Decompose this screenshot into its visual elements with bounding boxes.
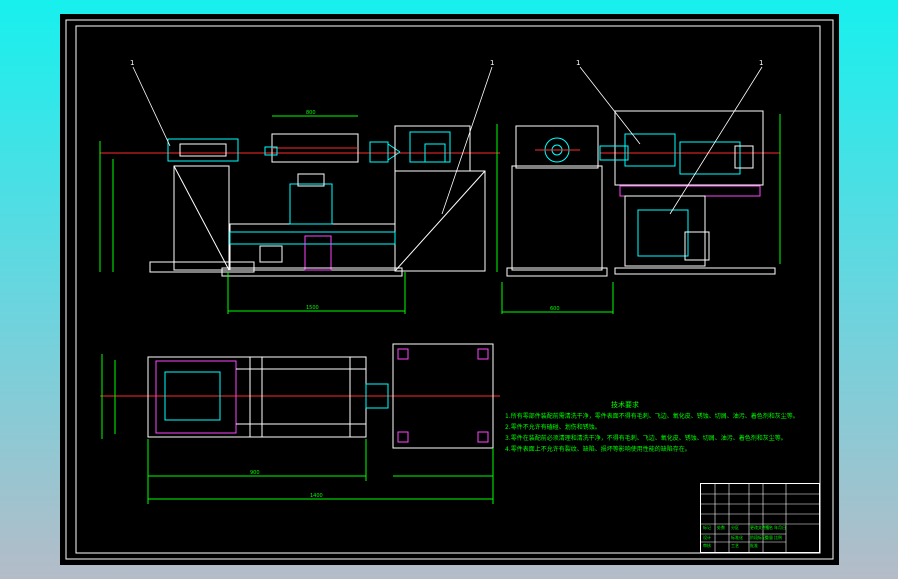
viewport[interactable]: 1 1 1 1 800 1500 600 900 1400 技术要求 1.所有零…	[0, 0, 898, 579]
dimension-label: 600	[550, 306, 560, 312]
outer-frame	[65, 19, 834, 560]
title-block-cell: 签名	[765, 525, 773, 530]
right-frame	[619, 185, 761, 197]
uncoiler-head	[167, 138, 239, 162]
title-block-cell: 年月日	[774, 525, 786, 530]
title-block-cell: 比例	[774, 535, 782, 540]
title-block-cell: 重量	[765, 535, 773, 540]
dimension-label: 1500	[306, 305, 319, 311]
base-frame	[229, 223, 396, 271]
top-view	[100, 343, 500, 504]
right-view	[599, 110, 781, 275]
title-block-cell: 标准化	[731, 535, 743, 540]
drawing-sheet[interactable]: 1 1 1 1 800 1500 600 900 1400 技术要求 1.所有零…	[60, 14, 839, 565]
balloon-4: 1	[759, 59, 764, 67]
title-block-cell: 审核	[703, 543, 711, 548]
balloon-1: 1	[130, 59, 135, 67]
title-block-cell: 标记	[703, 525, 711, 530]
top-dimensions	[101, 354, 494, 504]
tech-notes-title: 技术要求	[611, 401, 639, 409]
title-block-cell: 工艺	[731, 543, 739, 548]
tech-notes: 技术要求 1.所有零部件装配前需清洗干净，零件表面不得有毛刺、飞边、氧化皮、锈蚀…	[505, 400, 825, 455]
balloon-3: 1	[576, 59, 581, 67]
dimension-label: 800	[306, 110, 316, 116]
title-block-cell: 阶段标记	[750, 535, 766, 540]
title-block-cell: 分区	[731, 525, 739, 530]
title-block-cell: 设计	[703, 535, 711, 540]
inner-frame	[75, 25, 821, 554]
leader-lines	[132, 66, 763, 215]
tech-note-line: 1.所有零部件装配前需清洗干净，零件表面不得有毛刺、飞边、氧化皮、锈蚀、切屑、油…	[505, 413, 799, 420]
title-block: 标记 处数 分区 更改文件号 签名 年月日 设计 标准化 阶段标记 重量 比例 …	[700, 483, 820, 553]
tech-note-line: 4.零件表面上不允许有裂纹、缺陷、损坏等影响使用性能的缺陷存在。	[505, 446, 691, 453]
title-block-cell: 批准	[750, 543, 758, 548]
tech-note-line: 3.零件在装配前必须清理和清洗干净，不得有毛刺、飞边、氧化皮、锈蚀、切屑、油污、…	[505, 435, 787, 442]
dimension-label: 1400	[310, 493, 323, 499]
front-dimensions	[99, 115, 498, 314]
tech-note-line: 2.零件不允许有磕碰、划伤和锈蚀。	[505, 424, 601, 431]
side-pedestal	[511, 165, 603, 271]
side-view	[501, 125, 614, 314]
dimension-label: 900	[250, 470, 260, 476]
title-block-cell: 处数	[717, 525, 725, 530]
chuck-front	[369, 141, 446, 163]
balloon-2: 1	[490, 59, 495, 67]
front-view	[99, 115, 500, 314]
